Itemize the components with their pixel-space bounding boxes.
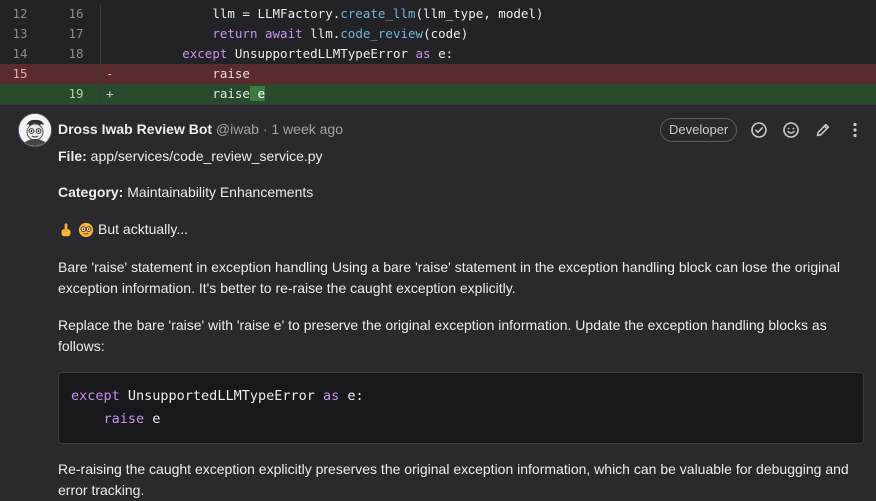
bot-avatar-icon <box>19 114 51 146</box>
code-text: return await llm.code_review(code) <box>212 26 469 41</box>
diff-line-added: 19 + raise e <box>0 84 876 104</box>
edit-comment-button[interactable] <box>811 118 835 142</box>
gutter-divider <box>100 64 101 84</box>
category-value: Maintainability Enhancements <box>123 184 314 200</box>
diff-line: 14 18 except UnsupportedLLMTypeError as … <box>0 44 876 64</box>
new-line-number: 19 <box>68 86 84 101</box>
file-value: app/services/code_review_service.py <box>86 148 323 164</box>
gutter-divider <box>100 84 101 104</box>
resolve-check-icon <box>751 122 767 138</box>
diff-view: 12 16 llm = LLMFactory.create_llm(llm_ty… <box>0 0 876 105</box>
diff-line: 13 17 return await llm.code_review(code) <box>0 24 876 44</box>
author-name[interactable]: Dross Iwab Review Bot <box>58 121 212 137</box>
nerd-face-icon <box>78 222 94 237</box>
added-marker: + <box>106 86 114 101</box>
diff-line: 12 16 llm = LLMFactory.create_llm(llm_ty… <box>0 4 876 24</box>
code-line: raise e <box>103 411 161 427</box>
gutter-divider <box>100 24 101 44</box>
added-highlight: e <box>249 86 266 101</box>
old-line-number: 13 <box>12 26 28 41</box>
code-text: except UnsupportedLLMTypeError as e: <box>182 46 454 61</box>
suggested-code-block: except UnsupportedLLMTypeError as e: rai… <box>58 372 864 444</box>
old-line-number: 15 <box>12 66 28 81</box>
add-reaction-button[interactable] <box>779 118 803 142</box>
diff-line-removed: 15 - raise <box>0 64 876 84</box>
pointing-up-icon <box>61 222 71 236</box>
file-label: File: <box>58 148 87 164</box>
code-text: raise <box>212 66 250 81</box>
code-text: raise e <box>212 86 266 101</box>
old-line-number: 14 <box>12 46 28 61</box>
emoji-reaction-icon <box>783 122 799 138</box>
new-line-number: 17 <box>68 26 84 41</box>
resolve-thread-button[interactable] <box>747 118 771 142</box>
paragraph-rationale: Re-raising the caught exception explicit… <box>58 461 849 498</box>
avatar[interactable] <box>18 113 52 147</box>
code-line: except UnsupportedLLMTypeError as e: <box>71 388 364 404</box>
paragraph-issue: Bare 'raise' statement in exception hand… <box>58 259 840 296</box>
comment-header: Dross Iwab Review Bot @iwab · 1 week ago <box>58 121 343 137</box>
edit-pencil-icon <box>816 123 830 137</box>
code-text: llm = LLMFactory.create_llm(llm_type, mo… <box>212 6 544 21</box>
old-line-number: 12 <box>12 6 28 21</box>
nerd-remark: But acktually... <box>58 219 188 240</box>
file-path: File: app/services/code_review_service.p… <box>58 146 323 167</box>
paragraph-suggestion: Replace the bare 'raise' with 'raise e' … <box>58 317 827 354</box>
role-badge: Developer <box>660 118 738 142</box>
more-options-button[interactable] <box>843 118 867 142</box>
new-line-number: 16 <box>68 6 84 21</box>
new-line-number: 18 <box>68 46 84 61</box>
gutter-divider <box>100 44 101 64</box>
more-options-icon <box>853 122 857 138</box>
nerd-text: But acktually... <box>98 221 189 237</box>
category: Category: Maintainability Enhancements <box>58 182 313 203</box>
category-label: Category: <box>58 184 124 200</box>
removed-marker: - <box>106 66 114 81</box>
gutter-divider <box>100 4 101 24</box>
author-meta: @iwab · 1 week ago <box>212 121 343 137</box>
